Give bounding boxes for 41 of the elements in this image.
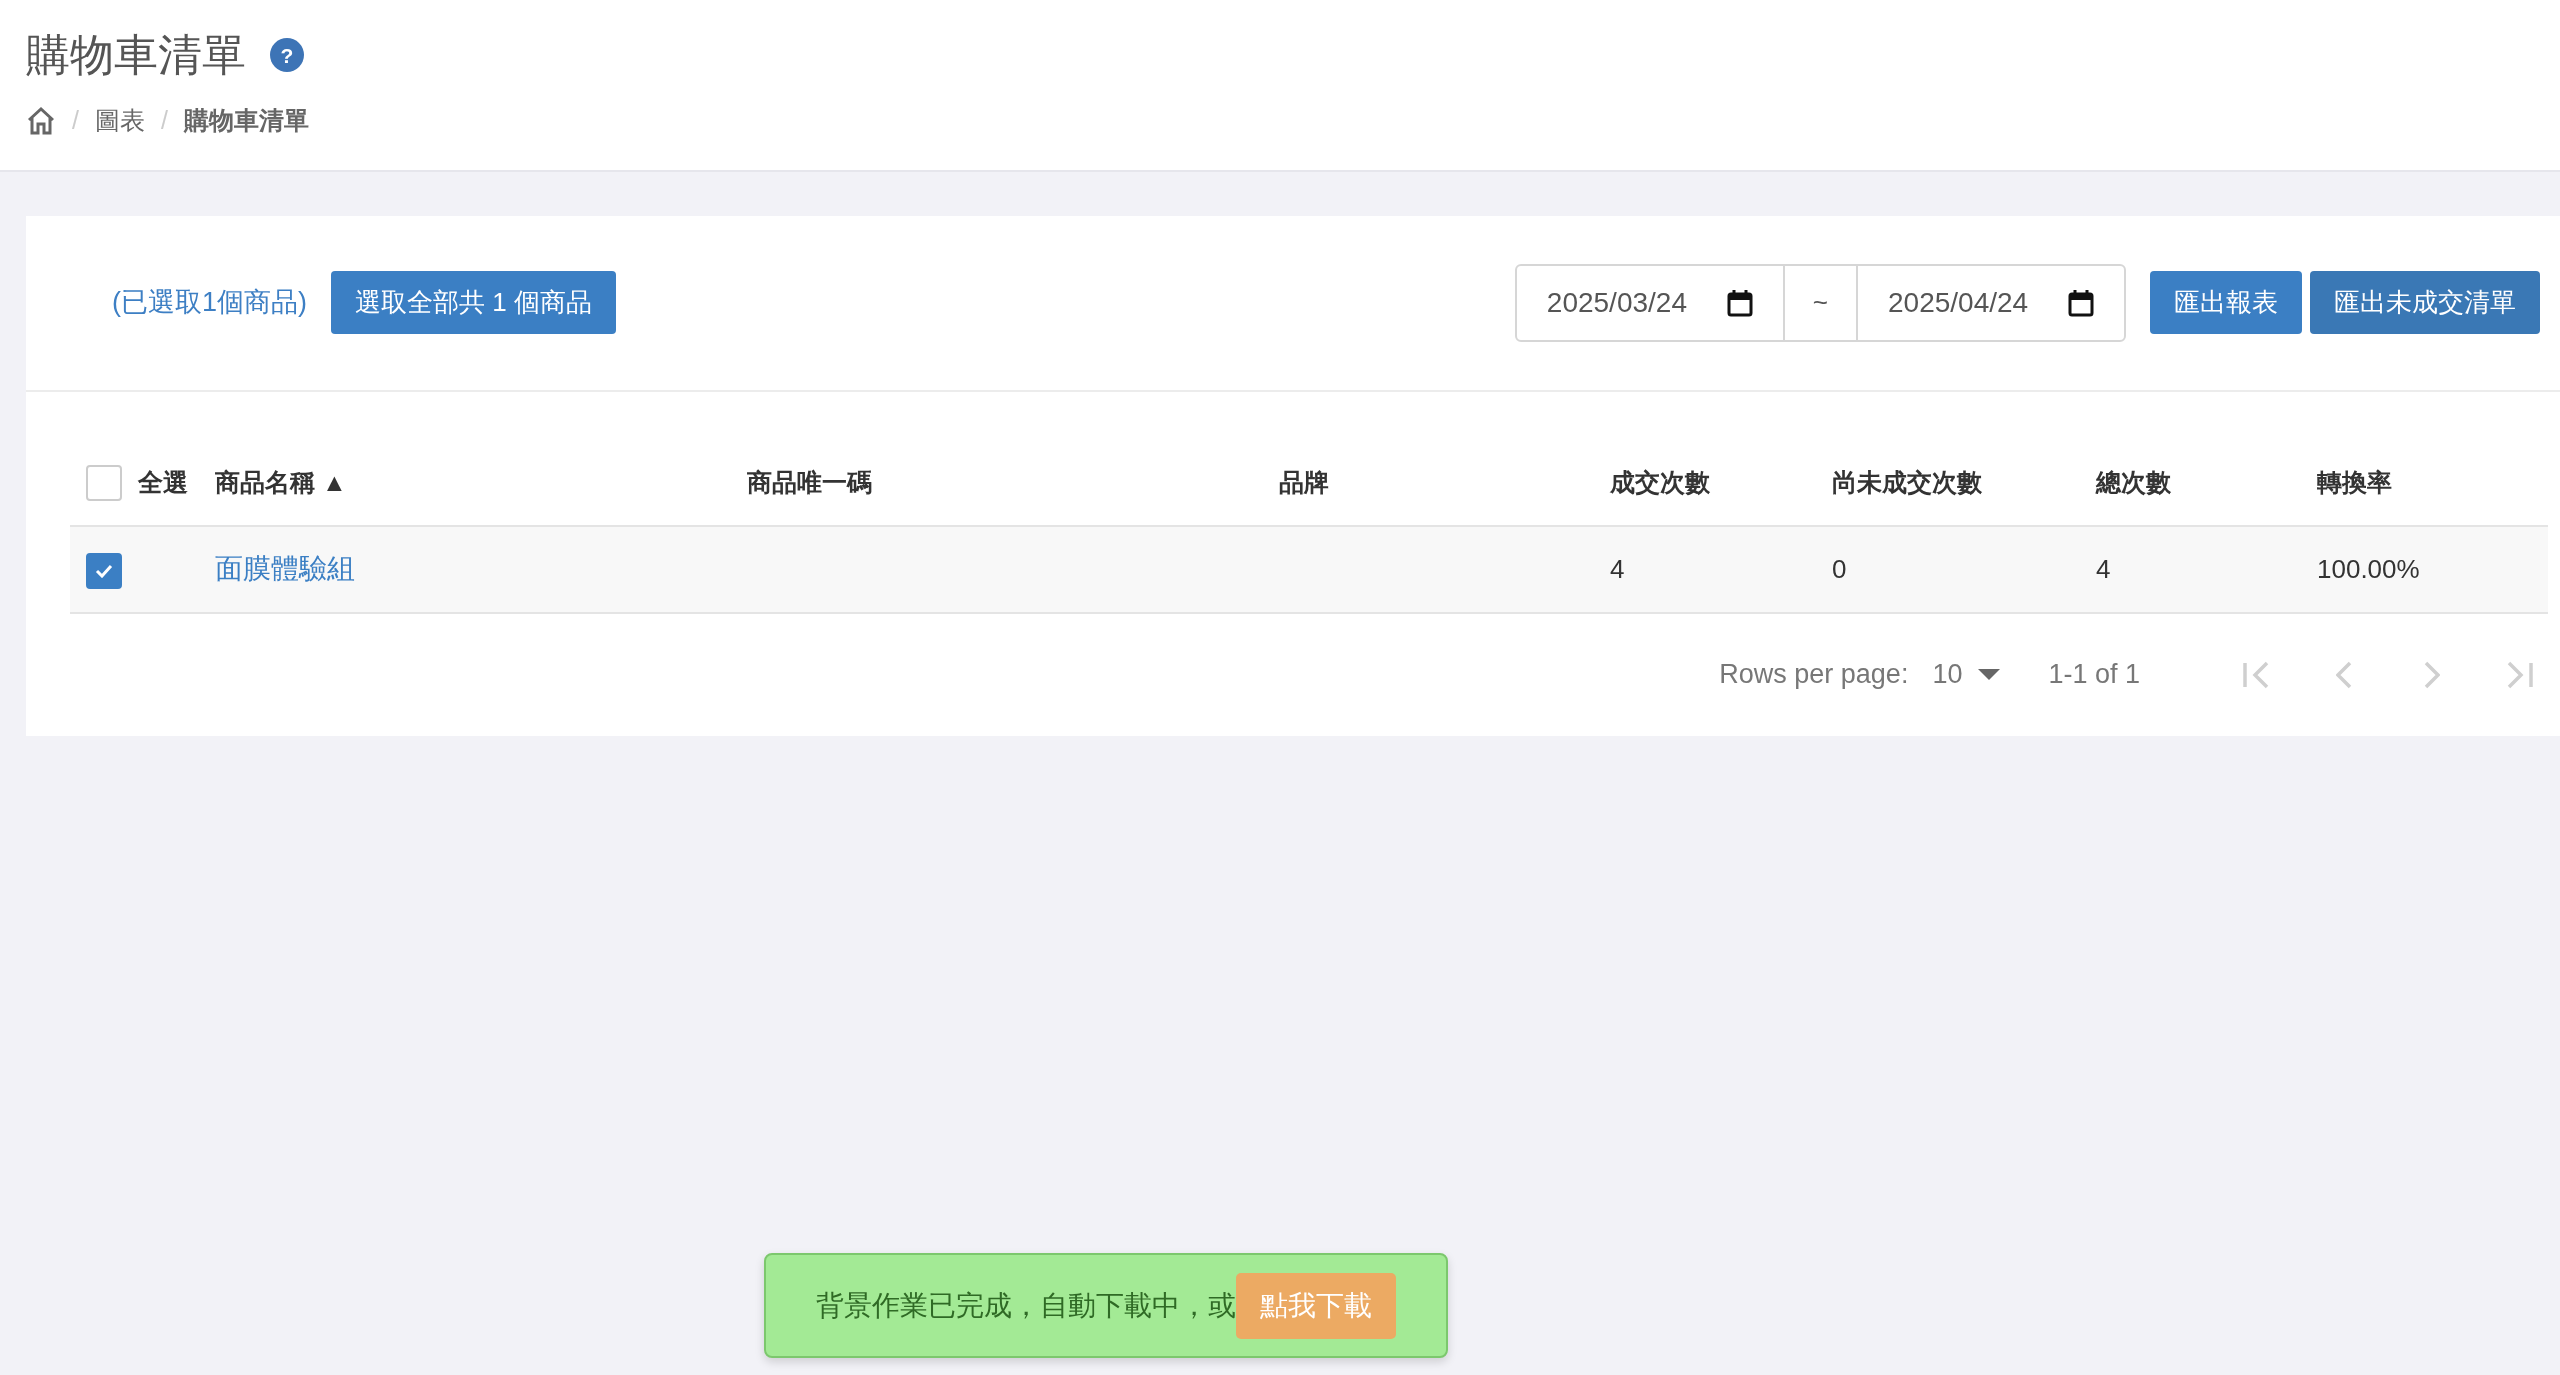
export-button[interactable]: 匯出未成交清單: [2310, 271, 2540, 334]
select-all-label: 全選: [138, 467, 188, 499]
home-icon[interactable]: [26, 105, 56, 136]
date-separator: ~: [1812, 286, 1828, 319]
chevron-right-icon: [2424, 660, 2440, 689]
date-field[interactable]: 2025/03/24: [1546, 281, 1723, 324]
select-all-button[interactable]: 選取全部共 1 個商品: [331, 271, 616, 334]
first-page-icon: [2243, 660, 2269, 689]
page-range: 1-1 of 1: [2048, 658, 2140, 692]
last-page-icon: [2507, 660, 2533, 689]
page-title: 購物車清單: [26, 29, 246, 81]
calendar-icon[interactable]: [1726, 288, 1753, 317]
help-button[interactable]: ?: [270, 38, 304, 72]
product-link[interactable]: 面膜體驗組: [215, 553, 355, 584]
chevron-left-icon: [2336, 660, 2352, 689]
table-cell: 100.00%: [2317, 553, 2420, 584]
rows-per-page-select[interactable]: 10: [1932, 654, 2001, 695]
export-button[interactable]: 匯出報表: [2150, 271, 2302, 334]
caret-icon: [1978, 668, 2001, 681]
selection-count: (已選取1個商品): [112, 286, 307, 320]
check-icon: [95, 563, 113, 578]
breadcrumb-separator: /: [72, 105, 79, 136]
column-header: 成交次數: [1610, 467, 1711, 499]
select-all-checkbox[interactable]: [86, 465, 122, 501]
row-checkbox[interactable]: [86, 552, 122, 589]
breadcrumb-current: 購物車清單: [183, 105, 309, 136]
column-header: 轉換率: [2317, 467, 2393, 499]
date-field[interactable]: 2025/04/24: [1888, 281, 2064, 324]
rows-per-page-label: Rows per page:: [1719, 658, 1909, 692]
breadcrumb-separator: /: [160, 105, 168, 136]
column-header: 商品唯一碼: [747, 467, 873, 499]
toast-message: 背景作業已完成，自動下載中，或: [816, 1288, 1236, 1323]
column-header[interactable]: 商品名稱 ▲: [215, 464, 747, 502]
breadcrumb-link[interactable]: 圖表: [94, 102, 145, 140]
column-header: 品牌: [1279, 467, 1330, 499]
column-header: 尚未成交次數: [1832, 467, 1983, 499]
table-cell: 4: [2096, 553, 2111, 584]
table-cell: 0: [1832, 553, 1847, 584]
calendar-icon[interactable]: [2068, 288, 2094, 317]
column-header: 總次數: [2096, 467, 2172, 499]
table-cell: 4: [1610, 553, 1625, 584]
